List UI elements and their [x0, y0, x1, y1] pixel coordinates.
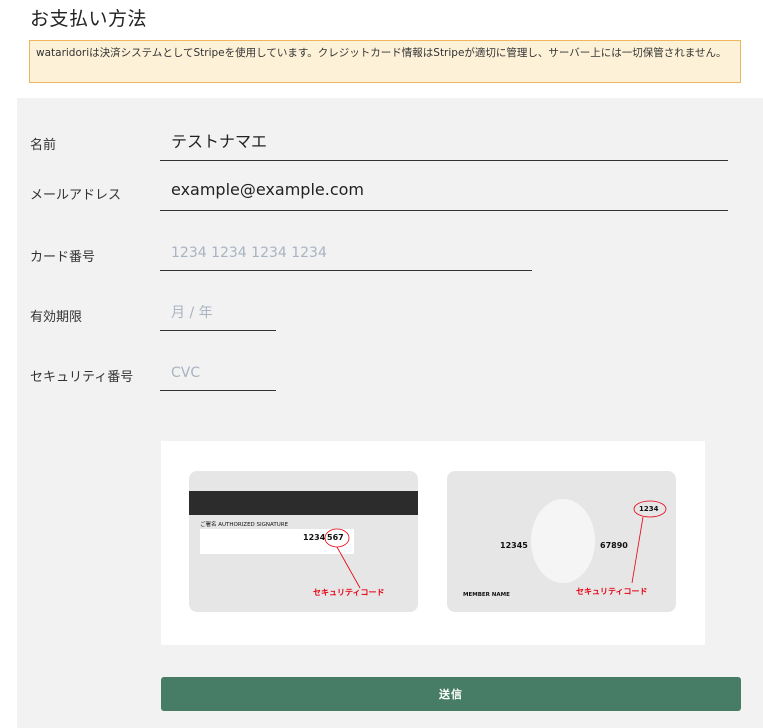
stripe-notice: wataridoriは決済システムとしてStripeを使用しています。クレジット… — [29, 40, 741, 83]
card-front: 12345 67890 1234 MEMBER NAME セキュリティコード — [447, 471, 676, 612]
name-input[interactable] — [160, 130, 739, 149]
expiry-input[interactable] — [160, 305, 287, 321]
cvc-label: セキュリティ番号 — [30, 370, 134, 385]
name-field — [160, 130, 739, 161]
back-security-caption: セキュリティコード — [313, 588, 385, 597]
email-field — [160, 180, 739, 211]
back-pointer-line — [336, 546, 361, 589]
card-number-label: カード番号 — [30, 250, 96, 265]
member-name-label: MEMBER NAME — [463, 592, 510, 598]
security-code-illustration: ご署名 AUTHORIZED SIGNATURE 1234 567 セキュリティ… — [161, 441, 705, 645]
cvc-input[interactable] — [160, 365, 287, 381]
email-label: メールアドレス — [30, 188, 122, 203]
front-pointer-line — [631, 516, 644, 584]
card-number-field — [160, 242, 543, 271]
page-title: お支払い方法 — [30, 8, 148, 30]
submit-button[interactable]: 送信 — [161, 677, 741, 711]
front-security-caption: セキュリティコード — [576, 587, 648, 596]
card-back: ご署名 AUTHORIZED SIGNATURE 1234 567 セキュリティ… — [189, 471, 418, 612]
expiry-label: 有効期限 — [30, 310, 83, 325]
front-security-highlight — [633, 500, 667, 518]
expiry-field — [160, 302, 287, 331]
email-input[interactable] — [160, 180, 739, 199]
back-security-highlight — [324, 528, 350, 548]
card-number-input[interactable] — [160, 245, 543, 261]
cvc-field — [160, 362, 287, 391]
name-label: 名前 — [30, 138, 57, 153]
